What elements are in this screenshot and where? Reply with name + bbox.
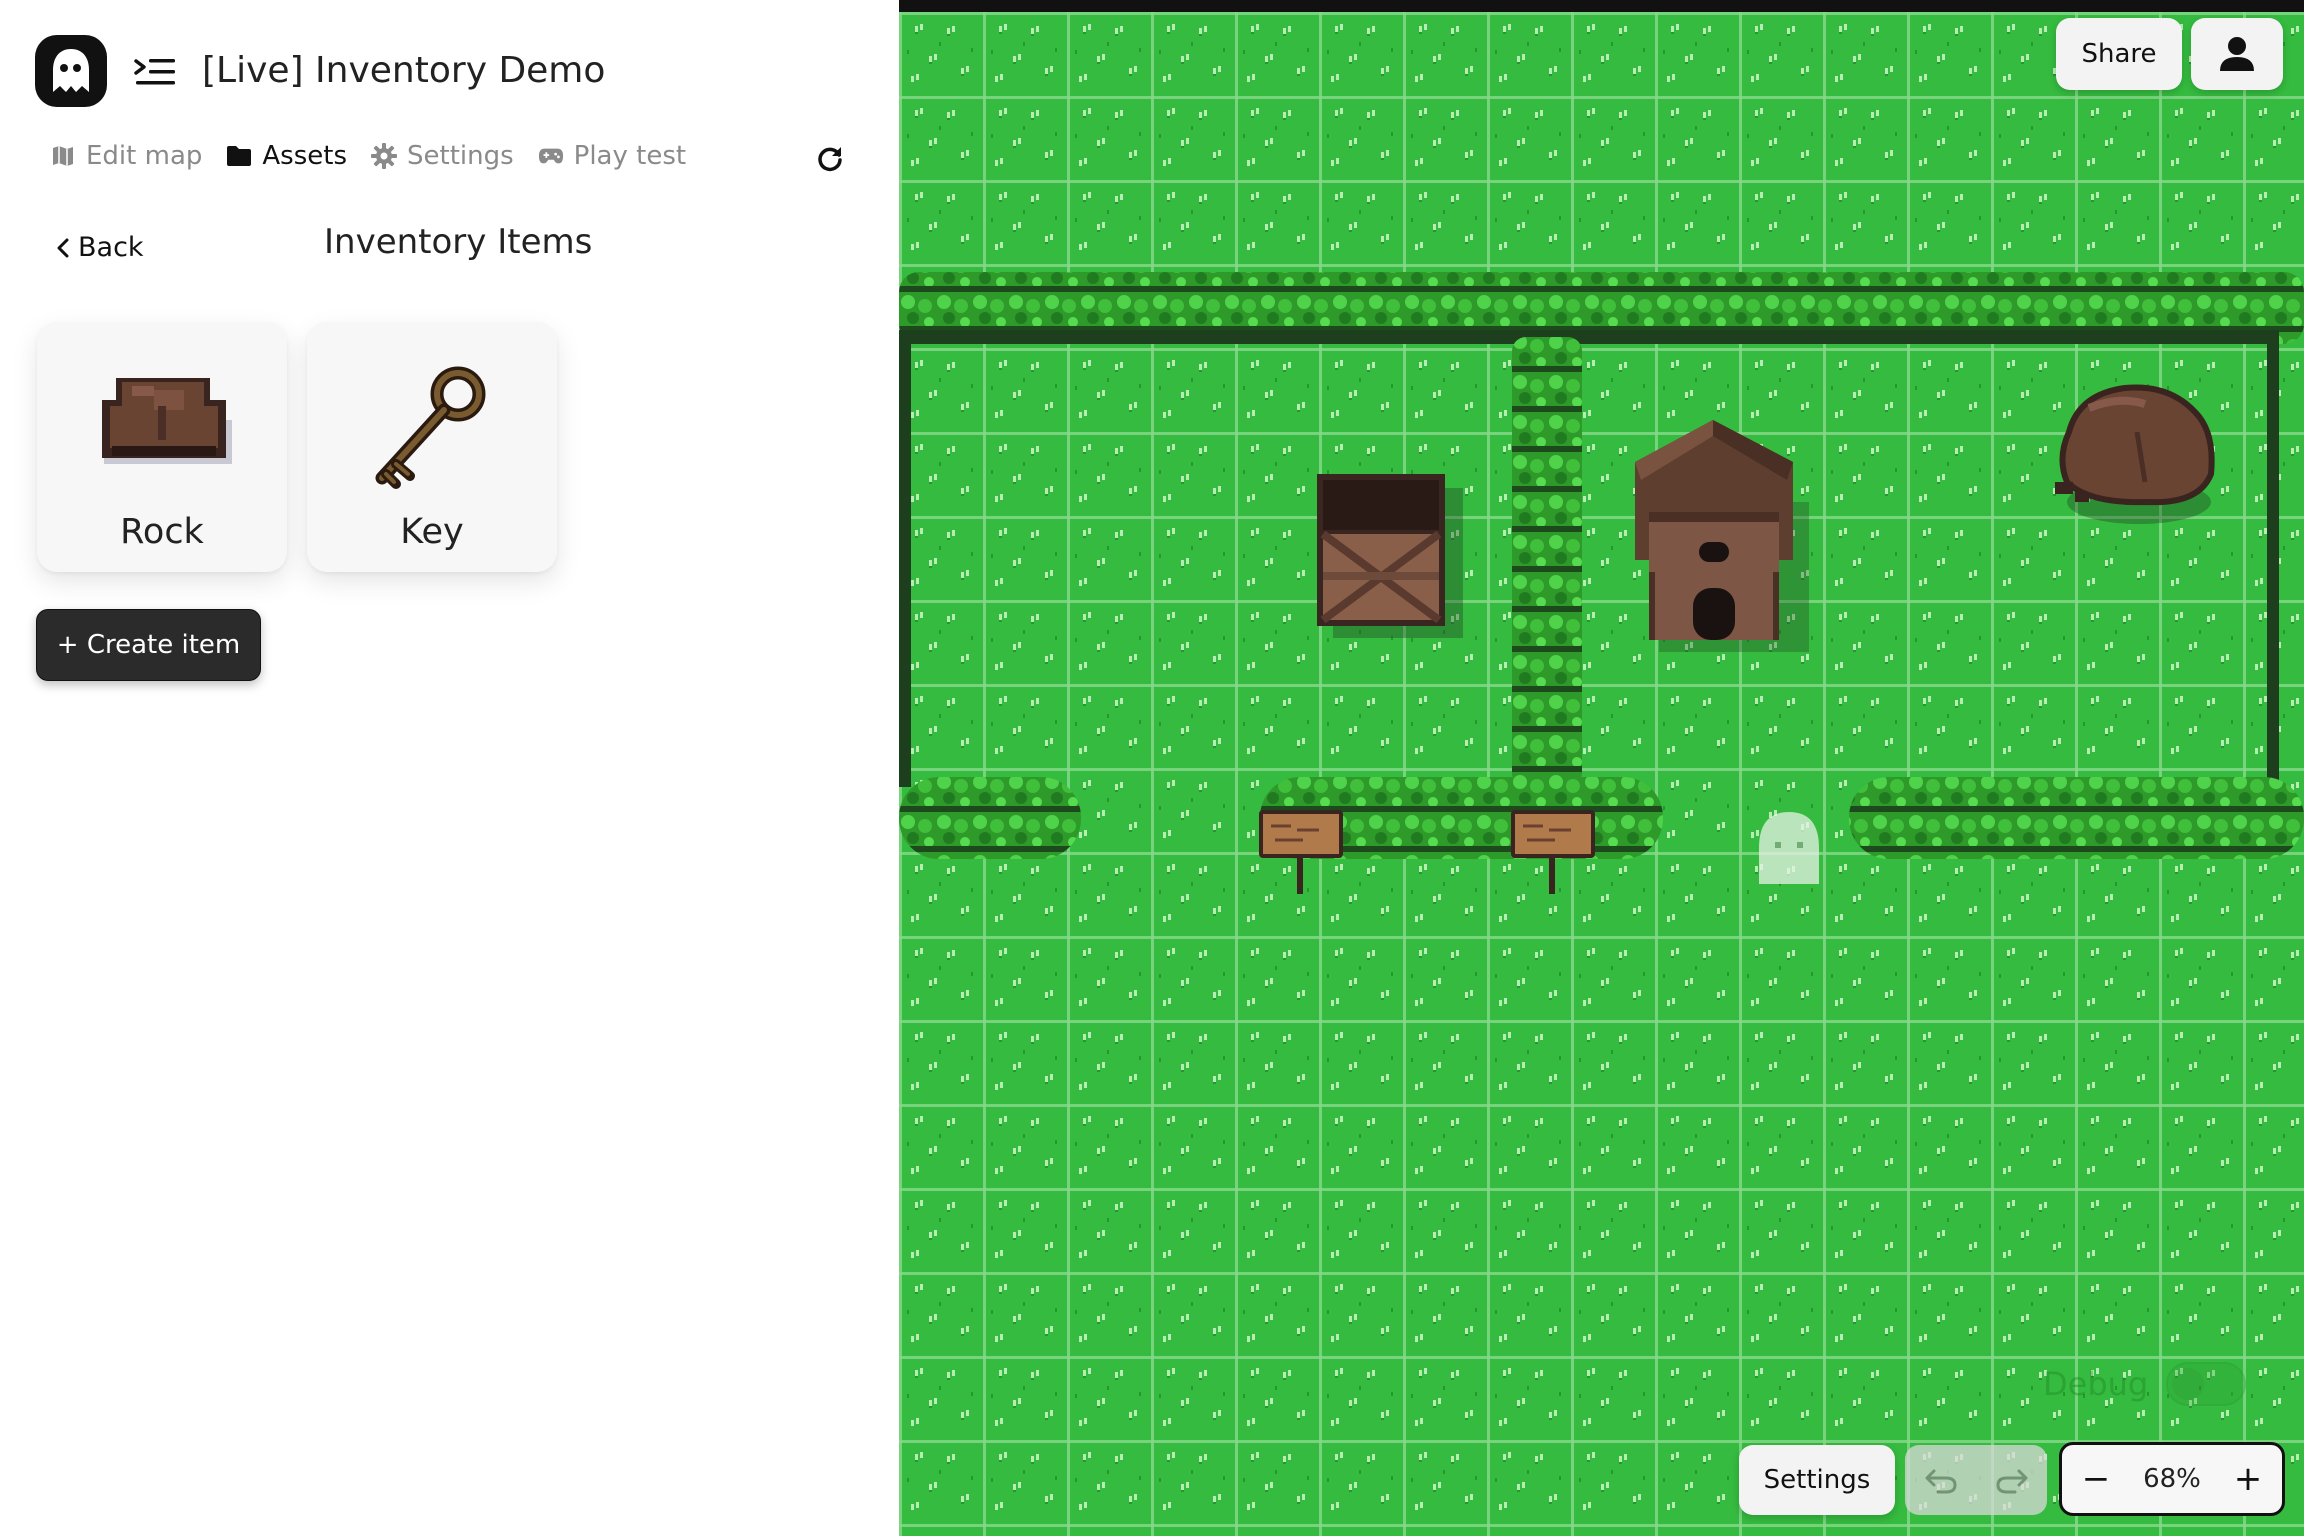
assets-panel: [Live] Inventory Demo Edit map Assets Se… <box>0 0 899 1536</box>
create-item-button[interactable]: + Create item <box>36 609 261 681</box>
player-ghost[interactable] <box>1759 812 1819 884</box>
nav-edit-map[interactable]: Edit map <box>50 141 202 171</box>
gamepad-icon <box>538 143 564 169</box>
indent-menu-icon <box>134 59 175 85</box>
zoom-out-button[interactable]: − <box>2076 1459 2116 1499</box>
debug-toggle-knob <box>2172 1368 2205 1400</box>
user-icon <box>2220 37 2254 71</box>
share-button[interactable]: Share <box>2056 18 2182 90</box>
nav-play-test[interactable]: Play test <box>538 141 686 171</box>
debug-label: Debug <box>2043 1365 2149 1403</box>
undo-icon <box>1925 1469 1957 1494</box>
map-icon <box>50 143 76 169</box>
ghost-icon <box>53 49 89 92</box>
project-title: [Live] Inventory Demo <box>202 50 606 91</box>
key-sprite <box>375 366 486 489</box>
gear-icon <box>371 143 398 169</box>
app-logo[interactable] <box>35 35 107 107</box>
zoom-in-button[interactable]: + <box>2228 1459 2268 1499</box>
nav-settings[interactable]: Settings <box>371 141 514 171</box>
rock-object[interactable] <box>2055 384 2215 525</box>
tile-map[interactable] <box>899 12 2304 1536</box>
map-top-strip <box>899 0 2304 12</box>
redo-button[interactable] <box>1982 1450 2042 1510</box>
item-card-rock[interactable]: Rock <box>37 322 287 572</box>
grass-ground <box>899 12 2304 1536</box>
user-menu-button[interactable] <box>2191 18 2283 90</box>
zoom-level: 68% <box>2143 1464 2201 1494</box>
undo-button[interactable] <box>1911 1450 1971 1510</box>
back-label: Back <box>78 232 144 263</box>
chevron-left-icon <box>57 238 69 257</box>
sidebar-menu-toggle[interactable] <box>131 52 179 92</box>
nav-play-test-label: Play test <box>573 141 687 171</box>
refresh-button[interactable] <box>812 140 848 176</box>
redo-icon <box>1995 1469 2027 1494</box>
nav-assets-label: Assets <box>262 141 348 171</box>
zoom-controls: − 68% + <box>2059 1442 2285 1516</box>
top-nav: Edit map Assets Settings Play test <box>50 136 686 176</box>
map-canvas[interactable]: Share Debug Settings − 68% + <box>899 0 2304 1536</box>
map-settings-button[interactable]: Settings <box>1739 1445 1895 1515</box>
nav-assets[interactable]: Assets <box>226 141 347 171</box>
debug-toggle[interactable] <box>2166 1362 2247 1406</box>
item-card-key[interactable]: Key <box>307 322 557 572</box>
item-name-key: Key <box>400 512 464 552</box>
debug-control: Debug <box>2043 1362 2247 1406</box>
back-button[interactable]: Back <box>56 232 144 263</box>
section-title: Inventory Items <box>324 222 593 262</box>
nav-edit-map-label: Edit map <box>86 141 203 171</box>
rock-sprite <box>102 378 232 464</box>
folder-icon <box>226 143 252 169</box>
crate-object[interactable] <box>1317 474 1463 638</box>
item-name-rock: Rock <box>120 512 204 552</box>
refresh-icon <box>818 147 842 172</box>
history-controls <box>1905 1445 2047 1515</box>
nav-settings-label: Settings <box>407 141 514 171</box>
